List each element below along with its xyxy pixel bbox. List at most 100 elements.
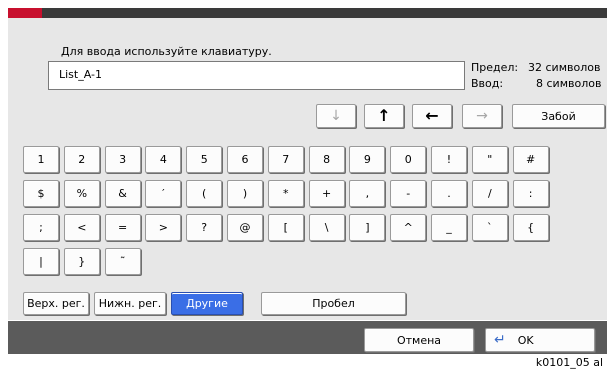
char-key[interactable]: . xyxy=(431,180,467,207)
figure-id: k0101_05 al xyxy=(535,356,603,369)
char-key-label: ) xyxy=(242,187,248,200)
char-key-label: ′ xyxy=(162,187,165,200)
char-key[interactable]: 9 xyxy=(349,146,386,173)
backspace-label: Забой xyxy=(541,109,576,123)
char-key[interactable]: { xyxy=(512,214,549,241)
char-key[interactable]: 3 xyxy=(104,146,141,173)
char-key[interactable]: * xyxy=(267,180,304,207)
arrow-left-icon: ← xyxy=(425,106,439,125)
cursor-up-button[interactable]: ↑ xyxy=(364,104,404,128)
char-key[interactable]: [ xyxy=(267,214,304,241)
input-value: List_A-1 xyxy=(59,68,102,81)
cancel-label: Отмена xyxy=(396,333,442,347)
char-key-label: : xyxy=(528,187,533,200)
char-key-label: 0 xyxy=(404,153,412,166)
ok-label: OK xyxy=(517,333,534,347)
char-key-label: ! xyxy=(446,153,452,166)
accent-mark xyxy=(8,8,42,18)
char-key-label: 5 xyxy=(200,153,208,166)
char-key-label: @ xyxy=(239,221,251,234)
limit-label: Предел: xyxy=(471,61,519,74)
char-key-label: * xyxy=(283,187,289,200)
char-key[interactable]: / xyxy=(471,180,508,207)
char-key[interactable]: " xyxy=(471,146,508,173)
char-key-label: - xyxy=(406,187,411,200)
lower-case-label: Нижн. рег. xyxy=(98,297,162,310)
char-key[interactable]: ˜ xyxy=(104,248,141,275)
char-key[interactable]: 2 xyxy=(63,146,100,173)
char-key[interactable]: ! xyxy=(431,146,467,173)
char-key[interactable]: | xyxy=(23,248,59,275)
char-key-label: + xyxy=(321,187,332,200)
backspace-button[interactable]: Забой xyxy=(512,104,605,128)
char-key-label: 1 xyxy=(37,153,45,166)
char-key[interactable]: & xyxy=(104,180,141,207)
space-button[interactable]: Пробел xyxy=(261,292,406,315)
text-input[interactable]: List_A-1 xyxy=(48,61,465,90)
char-key[interactable]: $ xyxy=(23,180,59,207)
lower-case-button[interactable]: Нижн. рег. xyxy=(94,292,166,315)
char-key-label: > xyxy=(158,221,168,234)
char-key[interactable]: > xyxy=(145,214,182,241)
char-key[interactable]: ; xyxy=(23,214,59,241)
title-bar xyxy=(8,8,607,18)
char-key-label: 4 xyxy=(159,153,167,166)
char-key[interactable]: ′ xyxy=(145,180,182,207)
limit-value: 32 символов xyxy=(528,61,601,74)
char-key-label: _ xyxy=(446,221,452,234)
char-key[interactable]: ) xyxy=(227,180,263,207)
arrow-right-icon: → xyxy=(476,108,488,124)
char-key[interactable]: 7 xyxy=(267,146,304,173)
char-key[interactable]: , xyxy=(349,180,386,207)
char-key-label: % xyxy=(76,187,88,200)
char-key[interactable]: # xyxy=(512,146,549,173)
cursor-right-button[interactable]: → xyxy=(462,104,502,128)
char-key[interactable]: 6 xyxy=(227,146,263,173)
char-key[interactable]: 0 xyxy=(390,146,427,173)
char-key-label: 6 xyxy=(241,153,249,166)
char-key-label: | xyxy=(39,255,43,268)
char-key-label: 3 xyxy=(119,153,127,166)
char-key[interactable]: } xyxy=(63,248,100,275)
char-key-label: & xyxy=(118,187,127,200)
other-symbols-button[interactable]: Другие xyxy=(171,292,243,315)
char-key[interactable]: _ xyxy=(431,214,467,241)
char-key-label: { xyxy=(527,221,535,234)
instruction-text: Для ввода используйте клавиатуру. xyxy=(61,45,272,58)
char-key[interactable]: ( xyxy=(186,180,223,207)
cancel-button[interactable]: Отмена xyxy=(364,328,474,352)
char-key[interactable]: % xyxy=(63,180,100,207)
char-key[interactable]: 8 xyxy=(308,146,345,173)
char-key[interactable]: 1 xyxy=(23,146,59,173)
char-key[interactable]: 4 xyxy=(145,146,182,173)
char-key-label: , xyxy=(365,187,370,200)
ok-button[interactable]: ↵ OK xyxy=(485,328,595,352)
arrow-up-icon: ↑ xyxy=(377,106,391,125)
cursor-down-button[interactable]: ↓ xyxy=(316,104,356,128)
cursor-left-button[interactable]: ← xyxy=(412,104,452,128)
space-label: Пробел xyxy=(312,297,355,310)
char-key[interactable]: : xyxy=(512,180,549,207)
entered-value: 8 символов xyxy=(536,77,602,90)
char-key[interactable]: ` xyxy=(471,214,508,241)
char-key[interactable]: @ xyxy=(227,214,263,241)
char-key-label: 8 xyxy=(323,153,331,166)
char-key[interactable]: + xyxy=(308,180,345,207)
char-key-label: = xyxy=(117,221,128,234)
enter-arrow-icon: ↵ xyxy=(494,332,506,348)
char-key[interactable]: - xyxy=(390,180,427,207)
char-key[interactable]: ? xyxy=(186,214,223,241)
char-key-label: \ xyxy=(324,221,329,234)
char-key-label: / xyxy=(487,187,492,200)
char-key[interactable]: ] xyxy=(349,214,386,241)
upper-case-button[interactable]: Верх. рег. xyxy=(23,292,89,315)
char-key[interactable]: ^ xyxy=(390,214,427,241)
char-key[interactable]: 5 xyxy=(186,146,223,173)
char-key[interactable]: \ xyxy=(308,214,345,241)
arrow-down-icon: ↓ xyxy=(330,108,342,124)
char-key-label: ˜ xyxy=(119,255,126,268)
char-key[interactable]: = xyxy=(104,214,141,241)
char-key-label: ` xyxy=(487,221,493,234)
upper-case-label: Верх. рег. xyxy=(27,297,85,310)
char-key[interactable]: < xyxy=(63,214,100,241)
